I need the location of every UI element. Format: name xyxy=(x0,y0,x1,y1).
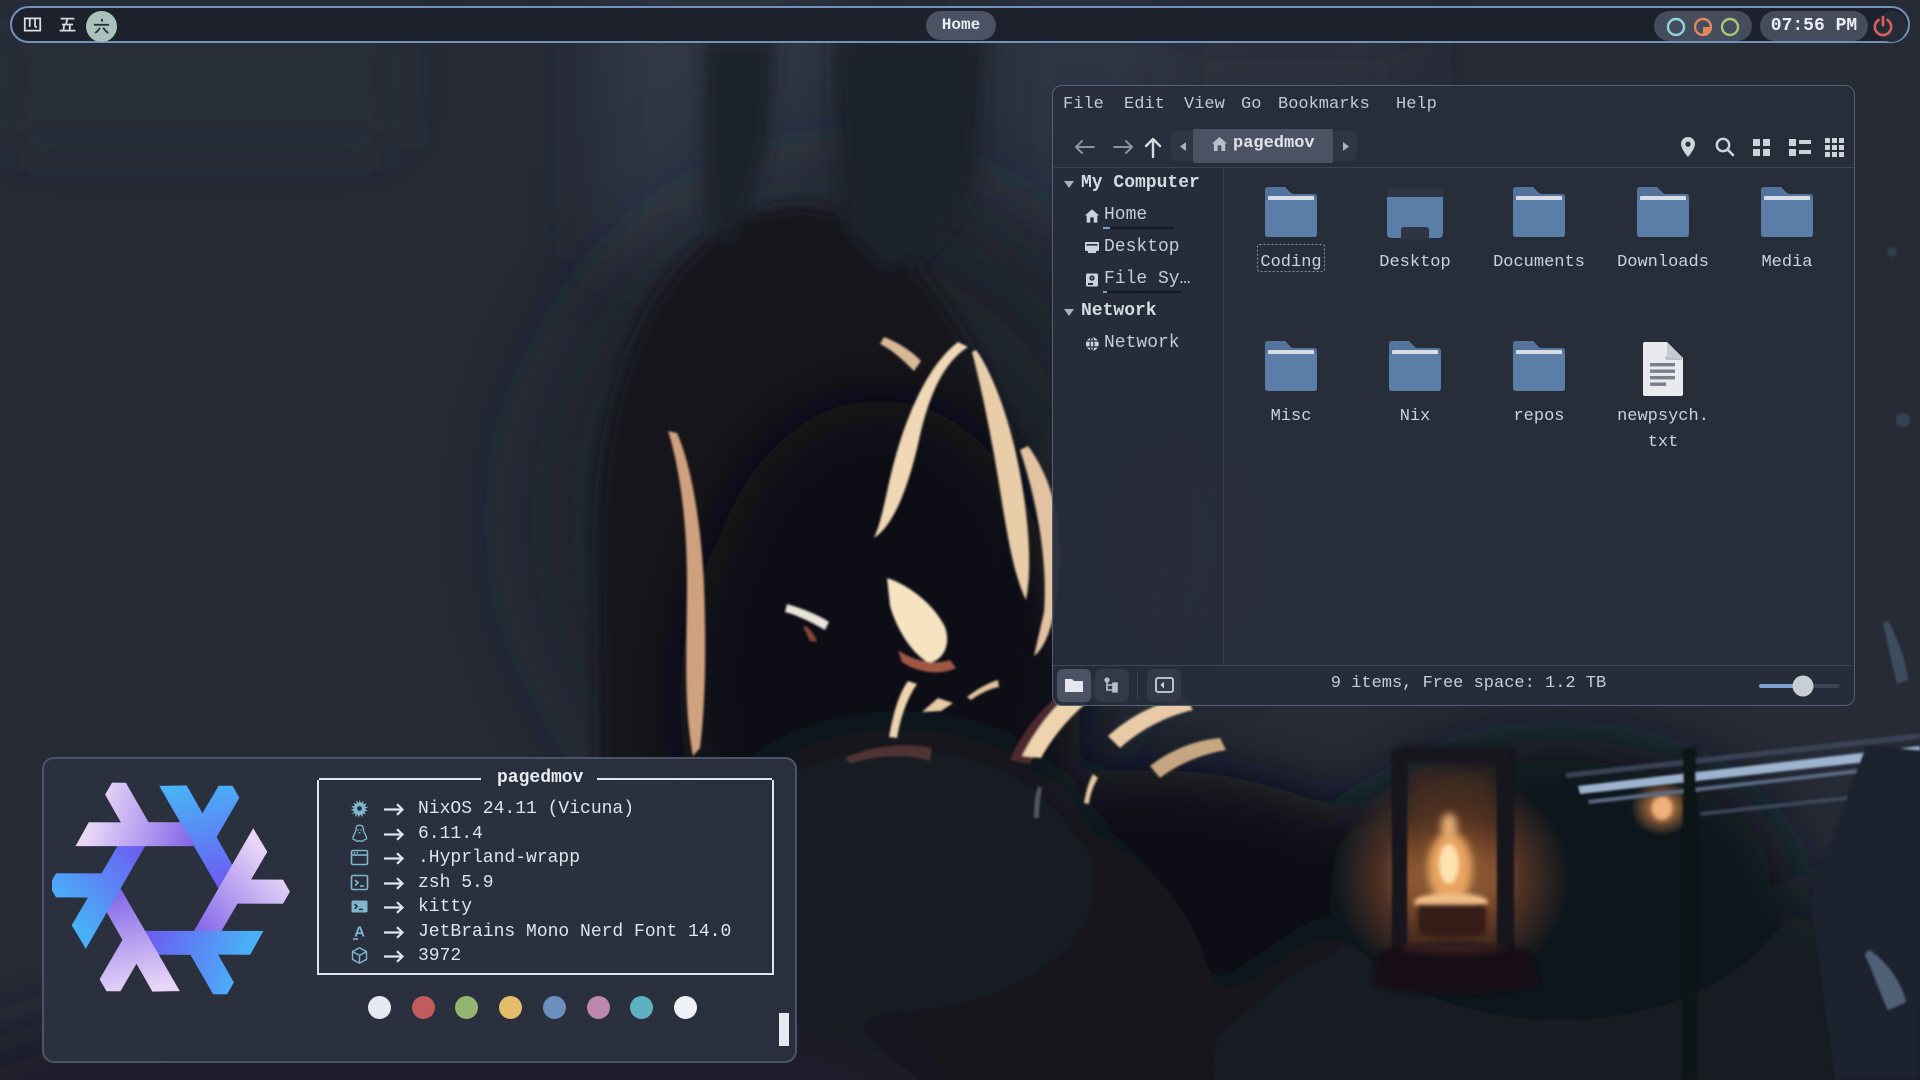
svg-text:A: A xyxy=(354,923,365,940)
